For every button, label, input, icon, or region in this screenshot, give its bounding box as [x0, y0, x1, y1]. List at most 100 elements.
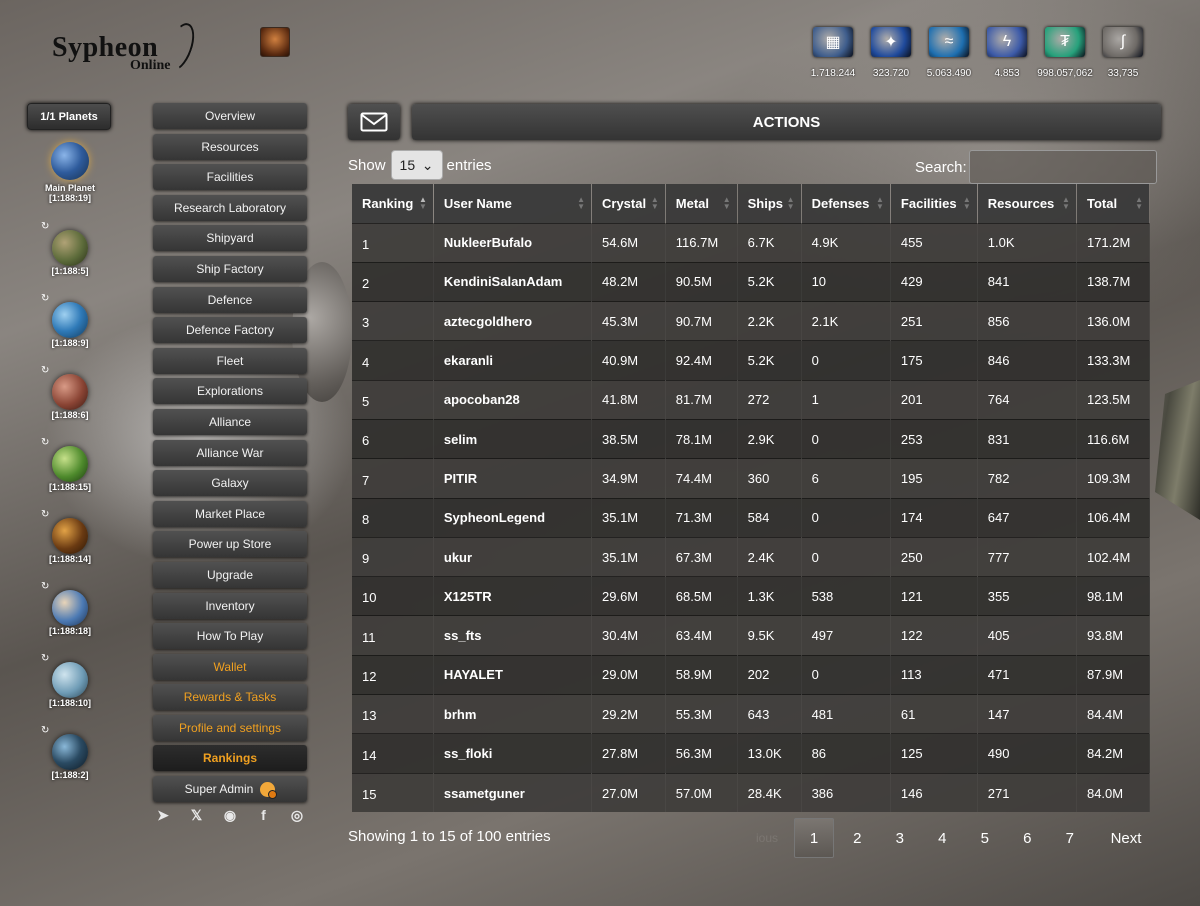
planets-count-button[interactable]: 1/1 Planets — [27, 103, 111, 130]
user-avatar[interactable] — [260, 27, 290, 57]
instagram-icon[interactable]: ◎ — [288, 806, 306, 824]
user-name-cell[interactable]: SypheonLegend — [433, 497, 593, 538]
user-name-cell[interactable]: brhm — [433, 694, 593, 734]
refresh-icon[interactable]: ↻ — [41, 293, 49, 304]
planet-item[interactable]: Main Planet [1:188:19] — [34, 140, 106, 228]
refresh-icon[interactable]: ↻ — [41, 653, 49, 664]
refresh-icon[interactable]: ↻ — [41, 581, 49, 592]
nav-item-explorations[interactable]: Explorations — [153, 378, 307, 405]
table-row[interactable]: 3 aztecgoldhero 45.3M 90.7M 2.2K 2.1K 251 856 13… — [352, 301, 1151, 341]
page-button-3[interactable]: 3 — [879, 818, 922, 858]
nav-item-super-admin[interactable]: Super Admin — [153, 776, 307, 803]
resource-item[interactable]: ✦ 323.720 — [862, 27, 920, 79]
resource-item[interactable]: ∫ 33,735 — [1094, 27, 1152, 79]
table-row[interactable]: 1 NukleerBufalo 54.6M 116.7M 6.7K 4.9K 455 1.0K… — [352, 222, 1151, 263]
table-row[interactable]: 11 ss_fts 30.4M 63.4M 9.5K 497 122 405 93.8M — [352, 615, 1151, 656]
table-row[interactable]: 5 apocoban28 41.8M 81.7M 272 1 201 764 123.5M — [352, 379, 1151, 420]
column-header-ranking[interactable]: Ranking ▲ ▼ — [352, 184, 434, 223]
planet-item[interactable]: ↻ [1:188:2] — [34, 725, 106, 804]
refresh-icon[interactable]: ↻ — [41, 725, 49, 736]
user-name-cell[interactable]: ss_fts — [433, 615, 593, 656]
column-header-total[interactable]: Total ▲ ▼ — [1076, 184, 1151, 223]
user-name-cell[interactable]: apocoban28 — [433, 379, 593, 420]
page-button-6[interactable]: 6 — [1006, 818, 1049, 858]
planet-item[interactable]: ↻ [1:188:18] — [34, 581, 106, 660]
nav-item-wallet[interactable]: Wallet — [153, 653, 307, 680]
planet-item[interactable]: ↻ [1:188:10] — [34, 653, 106, 732]
nav-item-defence-factory[interactable]: Defence Factory — [153, 317, 307, 344]
nav-item-power-up-store[interactable]: Power up Store — [153, 531, 307, 558]
planet-item[interactable]: ↻ [1:188:9] — [34, 293, 106, 372]
user-name-cell[interactable]: X125TR — [433, 576, 593, 616]
column-header-crystal[interactable]: Crystal ▲ ▼ — [591, 184, 666, 223]
table-row[interactable]: 10 X125TR 29.6M 68.5M 1.3K 538 121 355 98.1M — [352, 576, 1151, 616]
user-name-cell[interactable]: ss_floki — [433, 733, 593, 774]
previous-page-button[interactable]: ious — [742, 818, 792, 858]
actions-header[interactable]: ACTIONS — [412, 104, 1161, 140]
nav-item-how-to-play[interactable]: How To Play — [153, 623, 307, 650]
page-button-1[interactable]: 1 — [794, 818, 834, 858]
table-row[interactable]: 14 ss_floki 27.8M 56.3M 13.0K 86 125 490 84.2M — [352, 733, 1151, 774]
column-header-defenses[interactable]: Defenses ▲ ▼ — [801, 184, 891, 223]
user-name-cell[interactable]: selim — [433, 418, 593, 459]
page-button-4[interactable]: 4 — [921, 818, 964, 858]
search-input[interactable] — [968, 150, 1157, 184]
planet-item[interactable]: ↻ [1:188:5] — [34, 221, 106, 300]
resource-item[interactable]: ▦ 1.718.244 — [804, 27, 862, 79]
table-row[interactable]: 4 ekaranli 40.9M 92.4M 5.2K 0 175 846 133.3M — [352, 340, 1151, 381]
user-name-cell[interactable]: ukur — [433, 536, 593, 577]
nav-item-resources[interactable]: Resources — [153, 133, 307, 160]
game-logo[interactable]: Sypheon Online — [50, 19, 200, 78]
nav-item-alliance-war[interactable]: Alliance War — [153, 439, 307, 466]
nav-item-research-laboratory[interactable]: Research Laboratory — [153, 194, 307, 221]
column-header-metal[interactable]: Metal ▲ ▼ — [665, 184, 738, 223]
next-page-button[interactable]: Next — [1091, 818, 1161, 858]
table-row[interactable]: 9 ukur 35.1M 67.3M 2.4K 0 250 777 102.4M — [352, 536, 1151, 577]
planet-item[interactable]: ↻ [1:188:15] — [34, 437, 106, 516]
nav-item-upgrade[interactable]: Upgrade — [153, 561, 307, 588]
discord-icon[interactable]: ◉ — [221, 806, 239, 824]
table-row[interactable]: 12 HAYALET 29.0M 58.9M 202 0 113 471 87.9M — [352, 654, 1151, 695]
nav-item-rewards-tasks[interactable]: Rewards & Tasks — [153, 684, 307, 711]
nav-item-inventory[interactable]: Inventory — [153, 592, 307, 619]
table-row[interactable]: 6 selim 38.5M 78.1M 2.9K 0 253 831 116.6M — [352, 418, 1151, 459]
user-name-cell[interactable]: ekaranli — [433, 340, 593, 381]
user-name-cell[interactable]: KendiniSalanAdam — [433, 261, 593, 302]
refresh-icon[interactable]: ↻ — [41, 365, 49, 376]
table-row[interactable]: 15 ssametguner 27.0M 57.0M 28.4K 386 146 271 84.… — [352, 772, 1151, 813]
table-row[interactable]: 8 SypheonLegend 35.1M 71.3M 584 0 174 647 106.4M — [352, 497, 1151, 538]
refresh-icon[interactable]: ↻ — [41, 221, 49, 232]
resource-item[interactable]: ≈5.063.490 — [920, 27, 978, 79]
column-header-ships[interactable]: Ships ▲ ▼ — [737, 184, 802, 223]
nav-item-galaxy[interactable]: Galaxy — [153, 470, 307, 497]
nav-item-ship-factory[interactable]: Ship Factory — [153, 255, 307, 282]
column-header-user-name[interactable]: User Name ▲ ▼ — [433, 184, 593, 223]
planet-item[interactable]: ↻ [1:188:14] — [34, 509, 106, 588]
page-button-7[interactable]: 7 — [1049, 818, 1092, 858]
nav-item-rankings[interactable]: Rankings — [153, 745, 307, 772]
nav-item-overview[interactable]: Overview — [153, 103, 307, 129]
table-row[interactable]: 2 KendiniSalanAdam 48.2M 90.5M 5.2K 10 429 841 1… — [352, 261, 1151, 302]
nav-item-market-place[interactable]: Market Place — [153, 500, 307, 527]
user-name-cell[interactable]: ssametguner — [433, 772, 593, 813]
mail-button[interactable] — [348, 104, 400, 140]
nav-item-defence[interactable]: Defence — [153, 286, 307, 313]
table-row[interactable]: 7 PITIR 34.9M 74.4M 360 6 195 782 109.3M — [352, 458, 1151, 499]
column-header-facilities[interactable]: Facilities ▲ ▼ — [890, 184, 978, 223]
facebook-icon[interactable]: f — [255, 806, 273, 824]
nav-item-fleet[interactable]: Fleet — [153, 347, 307, 374]
planet-item[interactable]: ↻ [1:188:6] — [34, 365, 106, 444]
refresh-icon[interactable]: ↻ — [41, 509, 49, 520]
nav-item-alliance[interactable]: Alliance — [153, 408, 307, 435]
resource-item[interactable]: ϟ 4.853 — [978, 27, 1036, 79]
table-row[interactable]: 13 brhm 29.2M 55.3M 643 481 61 147 84.4M — [352, 694, 1151, 734]
page-size-select[interactable]: 15 ⌄ — [390, 150, 443, 180]
refresh-icon[interactable]: ↻ — [41, 437, 49, 448]
user-name-cell[interactable]: aztecgoldhero — [433, 301, 593, 341]
x-icon[interactable]: 𝕏 — [188, 806, 206, 824]
user-name-cell[interactable]: PITIR — [433, 458, 593, 499]
nav-item-profile-and-settings[interactable]: Profile and settings — [153, 714, 307, 741]
resource-item[interactable]: ₮ 998.057,062 — [1036, 27, 1094, 79]
column-header-resources[interactable]: Resources ▲ ▼ — [977, 184, 1077, 223]
user-name-cell[interactable]: HAYALET — [433, 654, 593, 695]
